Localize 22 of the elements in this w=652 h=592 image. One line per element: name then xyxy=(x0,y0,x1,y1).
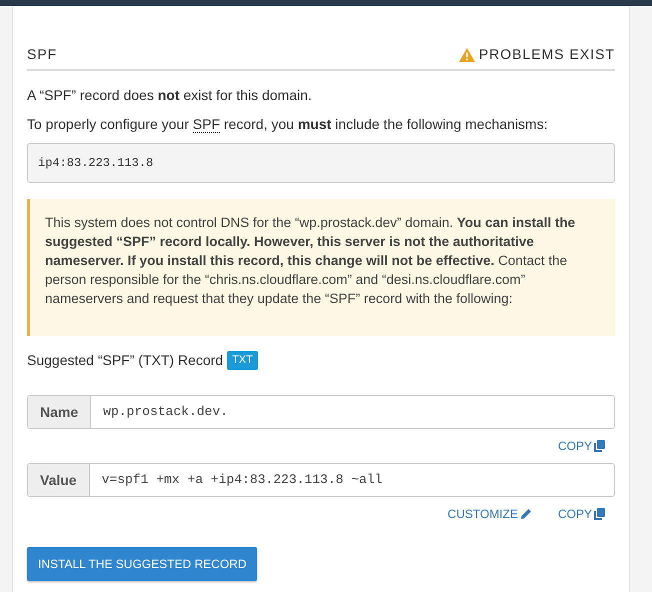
intro-text: A “SPF” record does not exist for this domain. xyxy=(27,86,313,105)
copy-link[interactable]: COPY xyxy=(558,505,605,523)
field-value: wp.prostack.dev. xyxy=(102,403,229,422)
record-type-badge: TXT xyxy=(227,351,258,370)
copy-icon xyxy=(594,440,605,452)
suggested-record-label: Suggested “SPF” (TXT) Record xyxy=(27,351,224,370)
copy-link[interactable]: COPY xyxy=(558,437,605,455)
status-text: PROBLEMS EXIST xyxy=(478,45,615,64)
section-title: SPF xyxy=(27,45,58,64)
pencil-icon xyxy=(520,508,532,520)
install-record-button[interactable]: INSTALL THE SUGGESTED RECORD xyxy=(27,547,258,581)
mechanisms-box: ip4:83.223.113.8 xyxy=(27,143,615,183)
field-value: v=spf1 +mx +a +ip4:83.223.113.8 ~all xyxy=(100,471,384,490)
field-label: Name xyxy=(28,396,92,428)
record-field[interactable]: Value v=spf1 +mx +a +ip4:83.223.113.8 ~all xyxy=(27,463,615,497)
instruction-text: To properly configure your SPF record, you must include the following mechanisms: xyxy=(27,115,549,135)
warning-icon xyxy=(458,48,475,62)
field-label: Value xyxy=(28,464,90,496)
warning-alert: This system does not control DNS for the “wp.prostack.dev” domain. You can install the suggested “SPF” record locally. However, this server is not the authoritative nameserver. If you install this record, this change will not be effective. Contact the person responsible for the “chris.ns.cloudflare.com” and “desi.ns.cloudflare.com” nameservers and request that they update the “SPF” record with the following: xyxy=(27,199,615,336)
copy-icon xyxy=(594,508,605,520)
customize-link[interactable]: CUSTOMIZE xyxy=(448,505,532,523)
record-field[interactable]: Name wp.prostack.dev. xyxy=(27,395,615,429)
